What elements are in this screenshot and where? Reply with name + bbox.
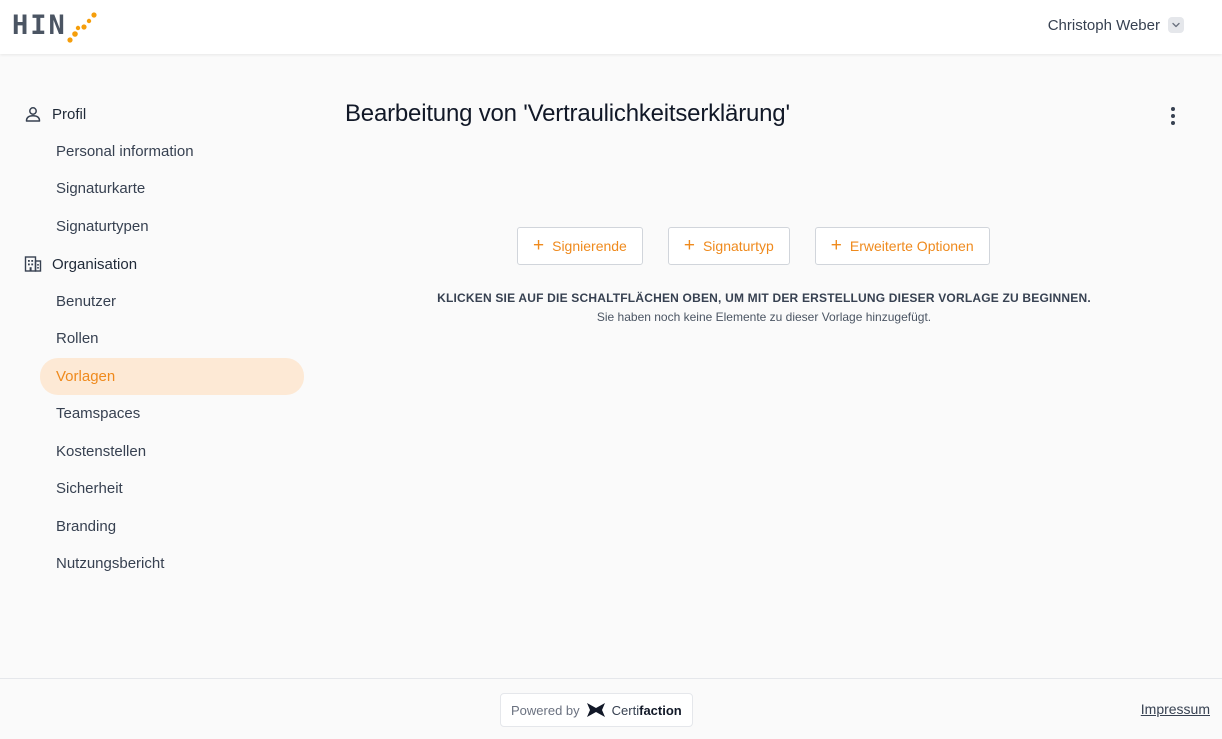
user-name: Christoph Weber [1047,16,1160,34]
add-signature-type-button[interactable]: + Signaturtyp [667,227,790,265]
powered-by-label: Powered by [511,702,580,718]
sidebar-item-kostenstellen[interactable]: Kostenstellen [40,433,304,470]
logo-text: HIN [12,9,67,41]
button-label: Signierende [552,238,627,254]
user-menu[interactable]: Christoph Weber [1048,14,1184,36]
sidebar-item-label: Rollen [56,330,99,347]
template-actions: + Signierende + Signaturtyp + Erweiterte… [517,227,990,265]
sidebar-item-label: Kostenstellen [56,443,147,460]
sidebar-item-label: Benutzer [56,293,117,310]
impressum-link[interactable]: Impressum [1141,701,1210,717]
certifaction-logo-icon [586,703,605,717]
plus-icon: + [533,235,545,256]
sidebar-item-vorlagen[interactable]: Vorlagen [40,358,304,395]
sidebar-item-sicherheit[interactable]: Sicherheit [40,470,304,507]
button-label: Erweiterte Optionen [849,238,974,254]
empty-state-subtext: Sie haben noch keine Elemente zu dieser … [596,310,932,324]
sidebar-section-title: Organisation [52,255,138,273]
sidebar-item-label: Nutzungsbericht [56,555,165,572]
sidebar-item-signaturkarte[interactable]: Signaturkarte [40,170,304,207]
sidebar-section-title: Profil [52,105,87,123]
sidebar-section-profil: Profil [24,102,86,126]
plus-icon: + [683,235,695,256]
sidebar-item-label: Vorlagen [56,368,116,385]
button-label: Signaturtyp [702,238,774,254]
sidebar-item-rollen[interactable]: Rollen [40,320,304,357]
sidebar-item-label: Signaturtypen [56,218,149,235]
sidebar-section-organisation: Organisation [24,252,137,276]
sidebar-item-teamspaces[interactable]: Teamspaces [40,395,304,432]
footer: Powered by Certifaction Impressum [0,678,1222,739]
powered-by-badge[interactable]: Powered by Certifaction [500,693,693,727]
chevron-down-icon[interactable] [1168,17,1184,33]
hin-logo[interactable]: HIN [12,6,101,44]
sidebar: Profil Personal information Signaturkart… [0,54,320,678]
top-bar: HIN Christoph Weber [0,0,1222,54]
add-signers-button[interactable]: + Signierende [517,227,643,265]
sidebar-item-branding[interactable]: Branding [40,508,304,545]
certifaction-brand: Certifaction [611,702,682,718]
more-options-icon[interactable] [1163,104,1183,128]
sidebar-item-nutzungsbericht[interactable]: Nutzungsbericht [40,545,304,582]
logo-dots-icon [67,12,97,43]
sidebar-item-benutzer[interactable]: Benutzer [40,283,304,320]
sidebar-item-label: Teamspaces [56,405,141,422]
page-title: Bearbeitung von 'Vertraulichkeitserkläru… [345,100,790,127]
sidebar-item-label: Signaturkarte [56,180,146,197]
building-icon [24,256,42,272]
sidebar-item-label: Sicherheit [56,480,123,497]
empty-state-heading: KLICKEN SIE AUF DIE SCHALTFLÄCHEN OBEN, … [437,291,1091,305]
plus-icon: + [830,235,842,256]
main-content: Bearbeitung von 'Vertraulichkeitserkläru… [345,54,1195,678]
user-icon [25,107,41,122]
sidebar-item-personal-information[interactable]: Personal information [40,133,304,170]
sidebar-item-signaturtypen[interactable]: Signaturtypen [40,208,304,245]
advanced-options-button[interactable]: + Erweiterte Optionen [814,227,990,265]
sidebar-item-label: Branding [56,518,117,535]
sidebar-item-label: Personal information [56,143,194,160]
